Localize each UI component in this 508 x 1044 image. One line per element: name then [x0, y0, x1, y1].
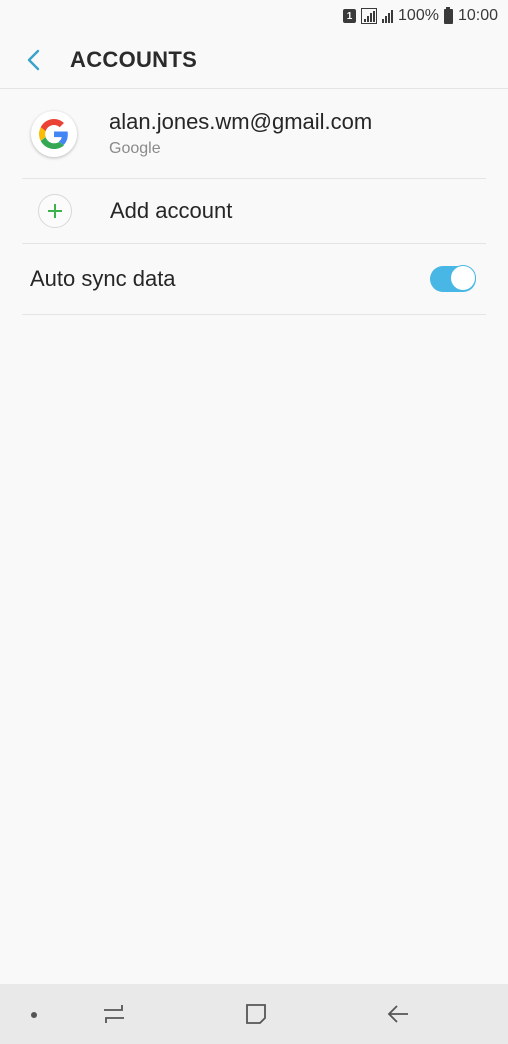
- back-button[interactable]: [14, 40, 54, 80]
- signal-icon: [361, 8, 378, 24]
- account-row-google[interactable]: alan.jones.wm@gmail.com Google: [22, 89, 486, 179]
- account-provider: Google: [109, 140, 161, 157]
- battery-icon: [443, 6, 453, 24]
- nav-back-button[interactable]: [381, 998, 415, 1030]
- page-title: ACCOUNTS: [70, 47, 198, 72]
- toggle-knob: [450, 265, 476, 291]
- add-account-label: Add account: [110, 198, 233, 223]
- clock: 10:00: [457, 7, 498, 24]
- home-button[interactable]: [239, 998, 273, 1030]
- plus-icon: [38, 194, 72, 228]
- chevron-left-icon: [27, 49, 40, 71]
- app-header: ACCOUNTS: [0, 32, 508, 89]
- status-bar: 1 100% 10:00: [0, 0, 508, 32]
- battery-percent: 100%: [398, 7, 439, 24]
- auto-sync-row[interactable]: Auto sync data: [22, 244, 486, 315]
- accounts-list: alan.jones.wm@gmail.com Google Add accou…: [22, 89, 486, 315]
- auto-sync-toggle[interactable]: [430, 265, 476, 292]
- add-account-row[interactable]: Add account: [22, 179, 486, 244]
- nav-indicator-dot: [31, 1012, 37, 1018]
- account-avatar: [31, 110, 77, 157]
- signal-strength-icon: [382, 9, 394, 23]
- back-icon: [387, 1005, 408, 1023]
- recents-button[interactable]: [97, 998, 131, 1030]
- account-email: alan.jones.wm@gmail.com: [109, 109, 373, 134]
- google-icon: [39, 118, 68, 149]
- sim-icon: 1: [343, 9, 357, 23]
- recents-icon: [104, 1005, 124, 1023]
- auto-sync-label: Auto sync data: [30, 266, 176, 291]
- navigation-bar: [0, 984, 508, 1044]
- home-icon: [246, 1004, 266, 1024]
